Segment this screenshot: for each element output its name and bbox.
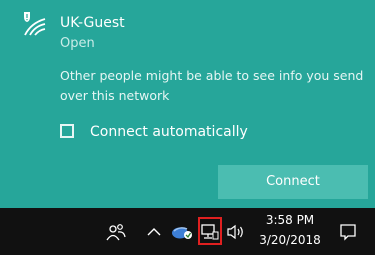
wifi-shield-icon <box>24 12 46 36</box>
taskbar: 3:58 PM 3/20/2018 <box>0 208 375 255</box>
clock-time: 3:58 PM <box>265 213 315 227</box>
action-center-button[interactable] <box>334 208 362 255</box>
people-button[interactable] <box>102 208 130 255</box>
volume-icon <box>227 224 243 239</box>
defender-icon <box>172 226 192 239</box>
network-icon <box>201 223 219 239</box>
people-icon <box>106 223 126 240</box>
volume-tray-button[interactable] <box>224 208 248 255</box>
chevron-up-icon <box>147 227 161 235</box>
connect-button[interactable]: Connect <box>218 165 368 199</box>
network-flyout: UK-Guest Open Other people might be able… <box>0 0 375 208</box>
connect-automatically-label[interactable]: Connect automatically <box>90 123 248 141</box>
show-hidden-icons-button[interactable] <box>144 208 164 255</box>
action-center-icon <box>340 223 356 241</box>
clock[interactable]: 3:58 PM 3/20/2018 <box>252 210 328 250</box>
security-warning: Other people might be able to see info y… <box>60 68 364 103</box>
network-status: Open <box>60 36 95 51</box>
network-name: UK-Guest <box>60 15 125 31</box>
clock-date: 3/20/2018 <box>259 233 321 247</box>
network-tray-button[interactable] <box>198 208 222 255</box>
defender-tray-button[interactable] <box>168 208 196 255</box>
connect-automatically-checkbox[interactable] <box>60 124 74 138</box>
